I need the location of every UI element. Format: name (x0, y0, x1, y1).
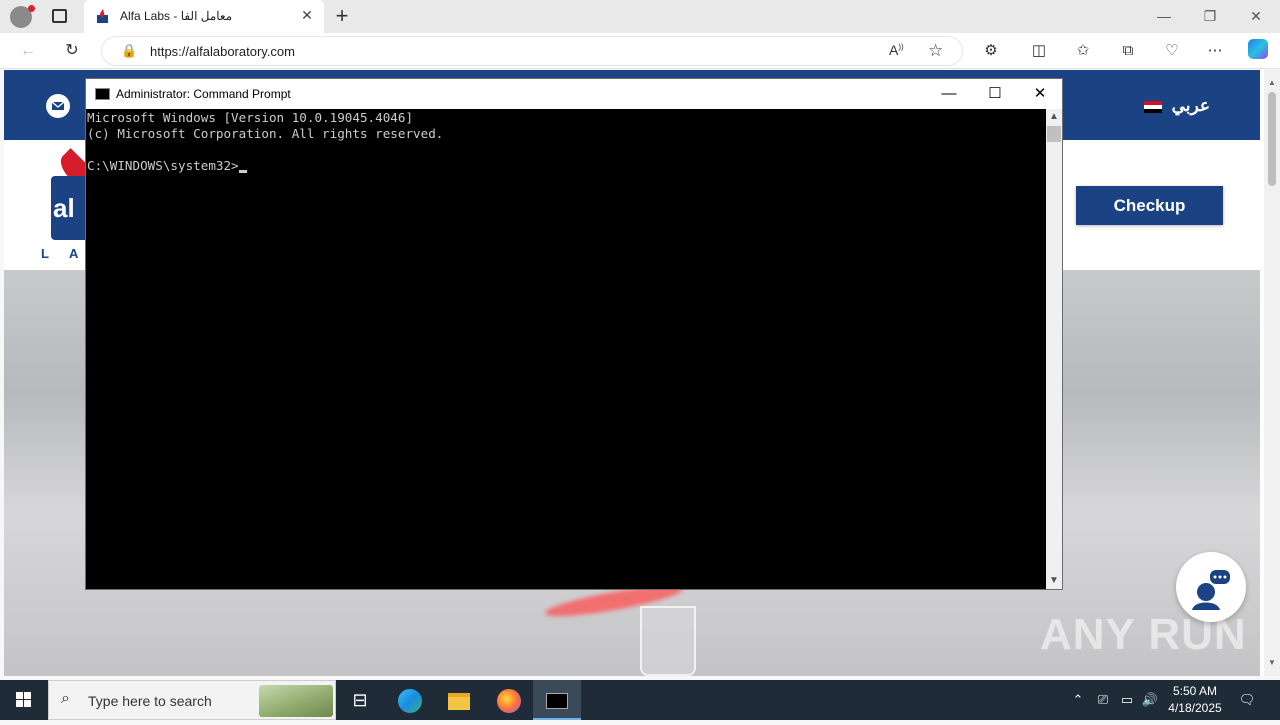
show-hidden-icons-chevron-icon[interactable]: ⌃ (1068, 680, 1088, 720)
search-highlight-image (259, 685, 333, 717)
mail-icon[interactable] (46, 94, 70, 118)
window-minimize-button[interactable]: — (1141, 4, 1187, 28)
favorites-icon[interactable]: ✩ (1071, 39, 1095, 63)
scroll-up-arrow[interactable]: ▲ (1268, 78, 1276, 87)
window-close-button[interactable]: ✕ (1233, 4, 1279, 28)
cmd-close-button[interactable]: ✕ (1017, 79, 1063, 109)
browser-tab-strip: Alfa Labs - معامل الفا ✕ + — ❐ ✕ (0, 0, 1280, 33)
tab-close-icon[interactable]: ✕ (298, 7, 316, 24)
scroll-down-arrow[interactable]: ▼ (1268, 658, 1276, 667)
language-switch-link[interactable]: عربي (1172, 96, 1210, 116)
settings-more-icon[interactable]: ⋯ (1203, 39, 1227, 63)
back-arrow-icon[interactable]: ← (16, 39, 40, 63)
cmd-console[interactable]: Microsoft Windows [Version 10.0.19045.40… (86, 109, 1046, 589)
page-scrollbar[interactable]: ▲ ▼ (1264, 70, 1280, 676)
clock-time: 5:50 AM (1172, 684, 1218, 698)
window-restore-button[interactable]: ❐ (1187, 4, 1233, 28)
split-screen-icon[interactable]: ◫ (1027, 39, 1051, 63)
console-prompt: C:\WINDOWS\system32> (87, 158, 239, 173)
cmd-app-icon (95, 88, 110, 100)
command-prompt-window[interactable]: Administrator: Command Prompt — ☐ ✕ Micr… (85, 78, 1063, 590)
browser-essentials-icon[interactable]: ♡ (1160, 39, 1184, 63)
cmd-maximize-button[interactable]: ☐ (972, 79, 1018, 109)
checkup-button[interactable]: Checkup (1076, 186, 1223, 225)
alfa-favicon-icon (97, 9, 108, 23)
copilot-icon[interactable] (1246, 39, 1270, 63)
favorite-star-icon[interactable]: ☆ (928, 41, 943, 61)
ethernet-icon[interactable]: ▭ (1117, 680, 1137, 720)
search-icon: ⌕ (61, 690, 70, 707)
site-logo[interactable]: al (51, 176, 87, 240)
volume-icon[interactable]: 🔊 (1140, 680, 1160, 720)
taskbar-clock[interactable]: 5:50 AM 4/18/2025 (1160, 683, 1230, 717)
url-text[interactable]: https://alfalaboratory.com (150, 44, 295, 59)
browser-toolbar: ← ↻ 🔒 https://alfalaboratory.com A)) ☆ ⚙… (0, 33, 1280, 69)
clock-date: 4/18/2025 (1168, 701, 1222, 715)
address-bar[interactable]: 🔒 https://alfalaboratory.com A)) ☆ (101, 36, 963, 66)
cmd-taskbar-icon[interactable] (533, 680, 581, 720)
cmd-minimize-button[interactable]: — (926, 79, 972, 109)
test-tube-decoration (640, 606, 696, 676)
start-button[interactable] (0, 680, 48, 720)
tab-actions-icon[interactable] (52, 9, 67, 23)
profile-notification-dot (28, 5, 35, 12)
cmd-title-bar[interactable]: Administrator: Command Prompt — ☐ ✕ (86, 79, 1062, 109)
task-view-icon[interactable]: ⊟ (336, 680, 384, 720)
chat-support-icon (1192, 570, 1230, 610)
cmd-scroll-down-arrow[interactable]: ▼ (1046, 573, 1062, 589)
windows-logo-icon (16, 692, 31, 707)
egypt-flag-icon (1144, 101, 1162, 113)
edge-taskbar-icon[interactable] (386, 680, 434, 720)
page-scroll-thumb[interactable] (1268, 92, 1276, 186)
read-aloud-icon[interactable]: A)) (889, 42, 904, 58)
collections-icon[interactable]: ⧉ (1116, 39, 1140, 63)
new-tab-button[interactable]: + (331, 4, 353, 28)
console-line: Microsoft Windows [Version 10.0.19045.40… (87, 110, 414, 125)
tab-alfa-labs[interactable]: Alfa Labs - معامل الفا ✕ (84, 0, 324, 33)
cmd-scroll-thumb[interactable] (1047, 126, 1061, 142)
search-placeholder[interactable]: Type here to search (88, 693, 212, 709)
console-cursor (238, 170, 247, 173)
firefox-taskbar-icon[interactable] (485, 680, 533, 720)
taskbar-search-box[interactable]: ⌕ Type here to search (48, 680, 336, 720)
windows-taskbar: ⌕ Type here to search ⊟ ⌃ ⎚ ▭ 🔊 5:50 AM … (0, 680, 1280, 720)
network-tray-icon[interactable]: ⎚ (1093, 680, 1113, 720)
lock-icon[interactable]: 🔒 (121, 43, 137, 59)
extensions-icon[interactable]: ⚙ (979, 39, 1003, 63)
file-explorer-icon[interactable] (435, 680, 483, 720)
console-prompt-line: C:\WINDOWS\system32> (87, 158, 1046, 174)
cmd-scroll-up-arrow[interactable]: ▲ (1046, 109, 1062, 125)
refresh-icon[interactable]: ↻ (60, 39, 84, 63)
console-line: (c) Microsoft Corporation. All rights re… (87, 126, 444, 141)
notification-center-icon[interactable]: 🗨 (1236, 680, 1258, 720)
cmd-scrollbar[interactable]: ▲ ▼ (1046, 109, 1062, 589)
chat-support-button[interactable] (1176, 552, 1246, 622)
cmd-title: Administrator: Command Prompt (116, 87, 291, 101)
tab-title: Alfa Labs - معامل الفا (120, 9, 233, 23)
